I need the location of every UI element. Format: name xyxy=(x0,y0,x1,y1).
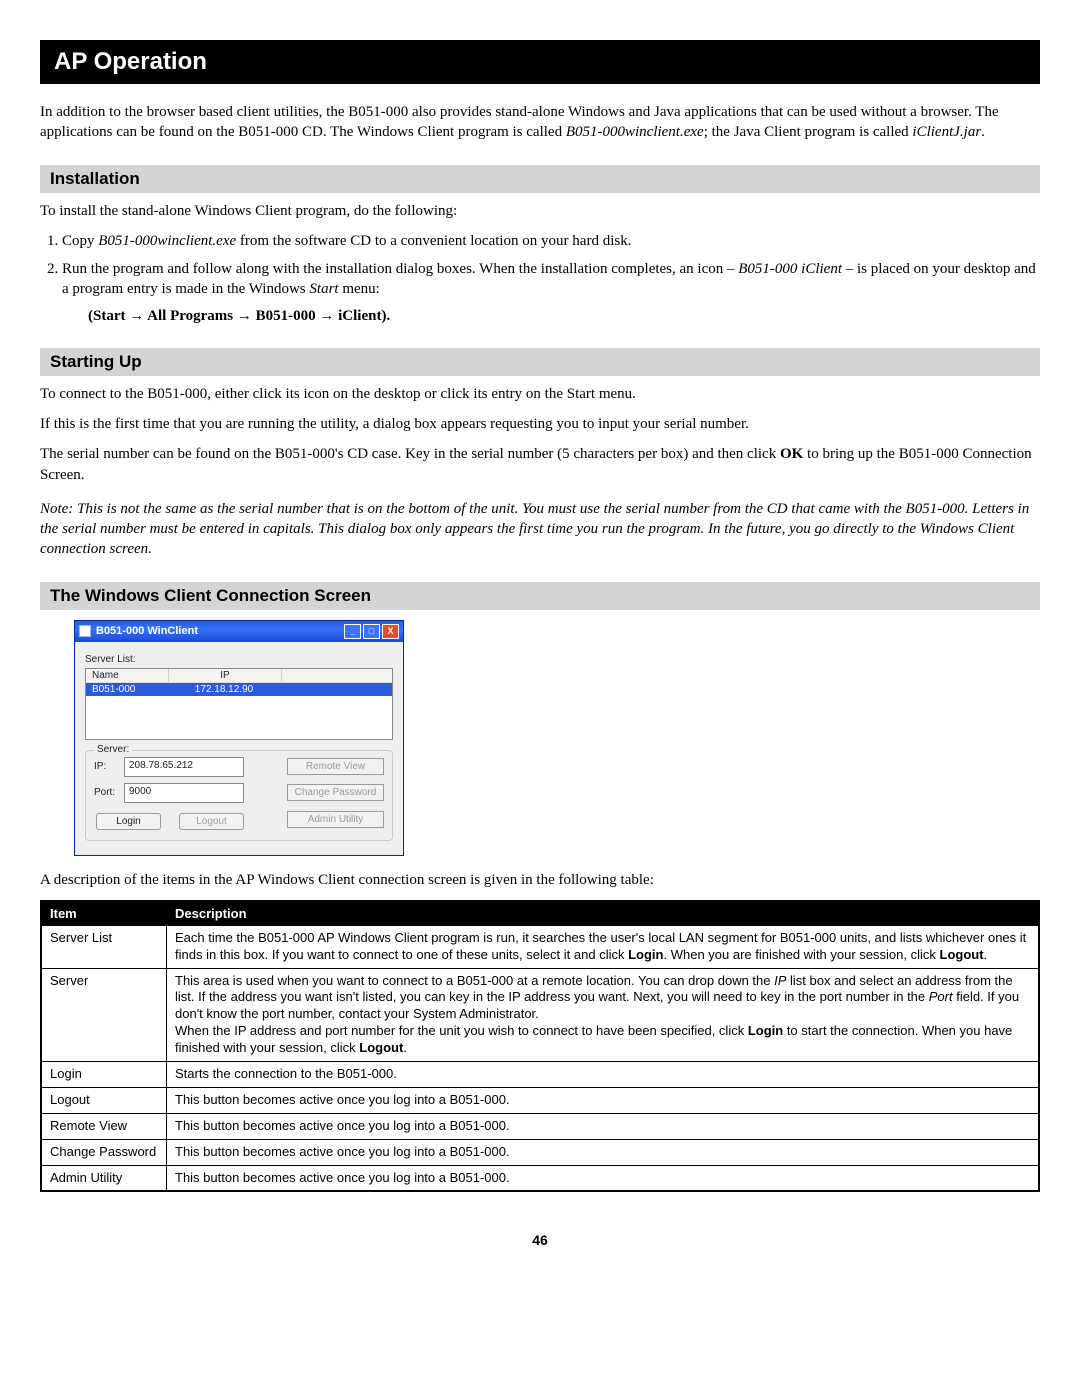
table-row: Remote ViewThis button becomes active on… xyxy=(41,1113,1039,1139)
table-cell-item: Remote View xyxy=(41,1113,167,1139)
admin-utility-button[interactable]: Admin Utility xyxy=(287,811,384,828)
server-legend: Server: xyxy=(94,744,132,755)
table-row: LogoutThis button becomes active once yo… xyxy=(41,1087,1039,1113)
server-list-row[interactable]: B051-000 172.18.12.90 xyxy=(86,683,392,696)
winclient-title: B051-000 WinClient xyxy=(96,625,198,637)
server-list-label: Server List: xyxy=(85,654,393,665)
maximize-icon[interactable]: □ xyxy=(363,624,380,639)
install-step-2: Run the program and follow along with th… xyxy=(62,259,1040,326)
intro-paragraph: In addition to the browser based client … xyxy=(40,102,1040,143)
page-number: 46 xyxy=(40,1232,1040,1248)
port-label: Port: xyxy=(94,787,124,798)
close-icon[interactable]: X xyxy=(382,624,399,639)
col-ip-header: IP xyxy=(169,669,282,682)
table-cell-description: Each time the B051-000 AP Windows Client… xyxy=(167,925,1040,968)
remote-view-button[interactable]: Remote View xyxy=(287,758,384,775)
col-name-header: Name xyxy=(86,669,169,682)
table-cell-description: This button becomes active once you log … xyxy=(167,1165,1040,1191)
th-description: Description xyxy=(167,901,1040,926)
table-cell-description: This area is used when you want to conne… xyxy=(167,968,1040,1061)
table-cell-description: This button becomes active once you log … xyxy=(167,1113,1040,1139)
th-item: Item xyxy=(41,901,167,926)
table-cell-description: Starts the connection to the B051-000. xyxy=(167,1061,1040,1087)
description-table: Item Description Server ListEach time th… xyxy=(40,900,1040,1193)
ip-field[interactable]: 208.78.65.212 xyxy=(124,757,244,777)
page-title: AP Operation xyxy=(54,48,207,75)
server-list-box[interactable]: Name IP B051-000 172.18.12.90 xyxy=(85,668,393,740)
server-block: Server: IP: 208.78.65.212 Remote View Po… xyxy=(85,750,393,841)
install-steps: Copy B051-000winclient.exe from the soft… xyxy=(62,231,1040,326)
table-cell-item: Server xyxy=(41,968,167,1061)
winclient-window: B051-000 WinClient _ □ X Server List: Na… xyxy=(74,620,404,856)
ip-label: IP: xyxy=(94,761,124,772)
table-row: Server ListEach time the B051-000 AP Win… xyxy=(41,925,1039,968)
install-lead: To install the stand-alone Windows Clien… xyxy=(40,201,1040,221)
section-starting-head: Starting Up xyxy=(40,348,1040,376)
port-field[interactable]: 9000 xyxy=(124,783,244,803)
start-p1: To connect to the B051-000, either click… xyxy=(40,384,1040,404)
table-cell-item: Logout xyxy=(41,1087,167,1113)
table-row: Admin UtilityThis button becomes active … xyxy=(41,1165,1039,1191)
table-row: Change PasswordThis button becomes activ… xyxy=(41,1139,1039,1165)
start-p3: The serial number can be found on the B0… xyxy=(40,444,1040,485)
install-menu-path: (Start → All Programs → B051-000 → iClie… xyxy=(88,308,390,324)
login-button[interactable]: Login xyxy=(96,813,161,830)
start-note: Note: This is not the same as the serial… xyxy=(40,499,1040,560)
table-cell-item: Change Password xyxy=(41,1139,167,1165)
table-cell-description: This button becomes active once you log … xyxy=(167,1087,1040,1113)
section-installation-head: Installation xyxy=(40,165,1040,193)
table-row: LoginStarts the connection to the B051-0… xyxy=(41,1061,1039,1087)
page-title-bar: AP Operation xyxy=(40,40,1040,84)
table-row: ServerThis area is used when you want to… xyxy=(41,968,1039,1061)
table-cell-item: Server List xyxy=(41,925,167,968)
section-connection-head: The Windows Client Connection Screen xyxy=(40,582,1040,610)
logout-button[interactable]: Logout xyxy=(179,813,244,830)
app-icon xyxy=(79,625,91,637)
table-cell-item: Login xyxy=(41,1061,167,1087)
table-caption: A description of the items in the AP Win… xyxy=(40,870,1040,890)
change-password-button[interactable]: Change Password xyxy=(287,784,384,801)
start-p2: If this is the first time that you are r… xyxy=(40,414,1040,434)
install-step-1: Copy B051-000winclient.exe from the soft… xyxy=(62,231,1040,251)
minimize-icon[interactable]: _ xyxy=(344,624,361,639)
winclient-titlebar: B051-000 WinClient _ □ X xyxy=(75,621,403,642)
table-cell-item: Admin Utility xyxy=(41,1165,167,1191)
table-cell-description: This button becomes active once you log … xyxy=(167,1139,1040,1165)
